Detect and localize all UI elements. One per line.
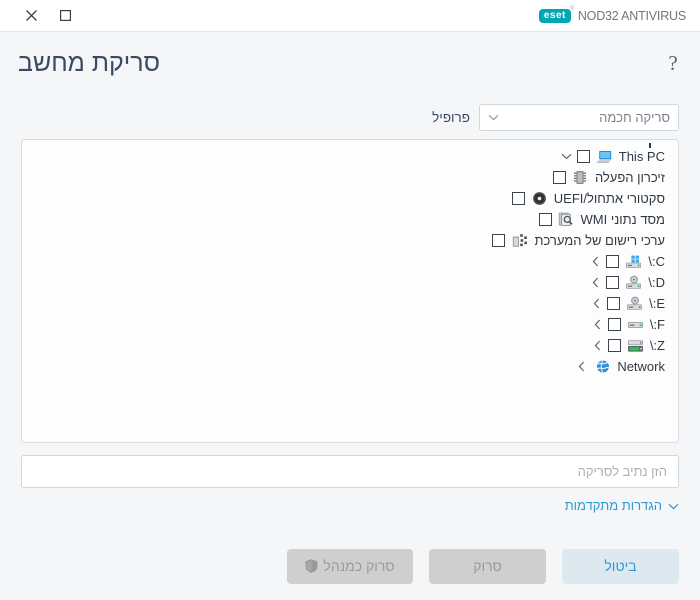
tree-item-checkbox[interactable] (552, 171, 566, 184)
maximize-icon (59, 9, 72, 22)
network-drive-icon (627, 338, 644, 354)
product-name: NOD32 ANTIVIRUS (577, 8, 686, 23)
tree-row[interactable]: ערכי רישום של המערכת (28, 230, 669, 251)
system-drive-icon (625, 254, 642, 270)
profile-row: סריקה חכמה פרופיל (21, 95, 679, 139)
tree-item-label: F:\ (649, 317, 665, 332)
tree-row[interactable]: This PC (28, 146, 669, 167)
tree-item-checkbox[interactable] (607, 339, 621, 352)
eset-logo-text: eset (543, 9, 566, 21)
tree-row[interactable]: E:\ (28, 293, 669, 314)
wmi-database-icon (558, 212, 575, 228)
main-content: סריקה חכמה פרופיל This PC זיכרון הפעלה סקט… (0, 95, 700, 532)
tree-item-label: Network (617, 359, 665, 374)
window-controls (18, 4, 78, 28)
maximize-button[interactable] (52, 4, 78, 28)
tree-row[interactable]: זיכרון הפעלה (28, 167, 669, 188)
tree-row[interactable]: מסד נתוני WMI (28, 209, 669, 230)
tree-item-label: Z:\ (649, 338, 665, 353)
scan-path-row (21, 443, 679, 488)
optical-drive-icon (626, 296, 643, 312)
tree-expander-icon[interactable] (590, 296, 603, 312)
optical-drive-icon (625, 275, 642, 291)
disc-icon (531, 191, 548, 207)
advanced-settings-link[interactable]: הגדרות מתקדמות (565, 498, 679, 513)
tree-expander-icon[interactable] (575, 359, 588, 375)
eset-logo-mark: eset ® (538, 6, 574, 23)
tree-row[interactable]: F:\ (28, 314, 669, 335)
chevron-down-icon (668, 498, 679, 513)
close-icon (25, 9, 38, 22)
tree-item-label: C:\ (648, 254, 665, 269)
tree-row[interactable]: סקטורי אתחול/UEFI (28, 188, 669, 209)
tree-expander-icon[interactable] (589, 254, 602, 270)
tree-item-label: ערכי רישום של המערכת (534, 233, 665, 248)
brand-logo: eset ® NOD32 ANTIVIRUS (538, 0, 686, 31)
tree-item-label: מסד נתוני WMI (580, 212, 665, 227)
tree-rows-container: This PC זיכרון הפעלה סקטורי אתחול/UEFI מסד … (28, 146, 669, 377)
tree-row[interactable]: C:\ (28, 251, 669, 272)
registry-icon (511, 233, 528, 249)
drive-icon (627, 317, 644, 333)
scan-as-admin-label: סרוק כמנהל (323, 558, 395, 574)
profile-selected-value: סריקה חכמה (599, 109, 670, 125)
tree-row[interactable]: Z:\ (28, 335, 669, 356)
scan-targets-tree[interactable]: This PC זיכרון הפעלה סקטורי אתחול/UEFI מסד … (21, 139, 679, 443)
tree-item-checkbox[interactable] (511, 192, 525, 205)
page-header: ? סריקת מחשב (0, 32, 700, 95)
advanced-settings-label: הגדרות מתקדמות (564, 498, 662, 513)
close-button[interactable] (18, 4, 44, 28)
chevron-down-icon (488, 114, 499, 121)
profile-select[interactable]: סריקה חכמה (479, 103, 679, 131)
computer-icon (596, 149, 613, 165)
tree-item-checkbox[interactable] (606, 276, 620, 289)
eset-logo-trademark: ® (569, 5, 575, 12)
text-caret (649, 143, 651, 148)
help-button[interactable]: ? (660, 51, 686, 77)
scan-path-input[interactable] (21, 455, 679, 488)
page-title: סריקת מחשב (18, 49, 161, 77)
scan-button[interactable]: סרוק (429, 548, 546, 584)
tree-item-checkbox[interactable] (538, 213, 552, 226)
tree-row[interactable]: D:\ (28, 272, 669, 293)
tree-item-checkbox[interactable] (606, 255, 620, 268)
cancel-button[interactable]: ביטול (562, 548, 679, 584)
tree-item-checkbox[interactable] (607, 297, 621, 310)
tree-item-label: D:\ (648, 275, 665, 290)
window-titlebar: eset ® NOD32 ANTIVIRUS (0, 0, 700, 32)
tree-expander-icon[interactable] (591, 317, 604, 333)
advanced-settings-row: הגדרות מתקדמות (21, 488, 679, 513)
tree-expander-icon[interactable] (591, 338, 604, 354)
tree-item-label: E:\ (649, 296, 665, 311)
tree-item-checkbox[interactable] (607, 318, 621, 331)
tree-item-label: סקטורי אתחול/UEFI (553, 191, 665, 206)
tree-row[interactable]: Network (28, 356, 669, 377)
tree-expander-icon[interactable] (560, 149, 573, 165)
tree-expander-icon[interactable] (589, 275, 602, 291)
tree-item-checkbox[interactable] (576, 150, 590, 163)
memory-icon (572, 170, 589, 186)
profile-label: פרופיל (432, 109, 470, 125)
scan-as-admin-button[interactable]: סרוק כמנהל (287, 548, 413, 584)
eset-scan-window: eset ® NOD32 ANTIVIRUS ? סריקת מחשב סריק… (0, 0, 700, 600)
tree-item-label: זיכרון הפעלה (594, 170, 665, 185)
tree-item-checkbox[interactable] (492, 234, 506, 247)
tree-item-label: This PC (618, 149, 665, 164)
shield-icon (305, 559, 318, 573)
footer-actions: ביטול סרוק סרוק כמנהל (0, 532, 700, 600)
network-icon (594, 359, 611, 375)
